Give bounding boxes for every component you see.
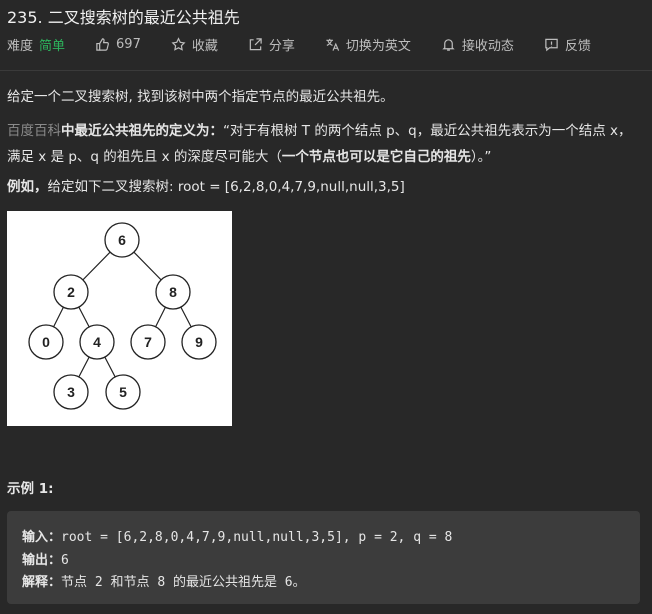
tree-node-label: 5 bbox=[119, 384, 127, 400]
translate-icon bbox=[326, 38, 340, 51]
tree-image: 6 2 8 0 4 7 9 3 5 bbox=[7, 211, 232, 426]
explain-label: 解释： bbox=[22, 575, 62, 590]
like-button[interactable]: 697 bbox=[95, 37, 141, 52]
explain-value: 节点 2 和节点 8 的最近公共祖先是 6。 bbox=[61, 575, 306, 590]
share-button[interactable]: 分享 bbox=[248, 35, 295, 54]
description-paragraph-3: 例如，给定如下二叉搜索树: root = [6,2,8,0,4,7,9,null… bbox=[7, 174, 405, 200]
notify-button[interactable]: 接收动态 bbox=[441, 35, 514, 54]
tree-node-label: 3 bbox=[67, 384, 75, 400]
favorite-button[interactable]: 收藏 bbox=[171, 35, 218, 54]
feedback-label: 反馈 bbox=[564, 38, 591, 54]
notify-label: 接收动态 bbox=[461, 38, 514, 54]
tree-node-label: 2 bbox=[67, 284, 75, 300]
example-tree-text: 给定如下二叉搜索树: root = [6,2,8,0,4,7,9,null,nu… bbox=[47, 179, 405, 195]
output-value: 6 bbox=[61, 553, 69, 568]
example-intro: 例如， bbox=[7, 179, 48, 195]
problem-title: 235. 二叉搜索树的最近公共祖先 bbox=[7, 8, 240, 27]
favorite-label: 收藏 bbox=[191, 38, 218, 54]
share-icon bbox=[249, 37, 262, 50]
star-icon bbox=[171, 36, 186, 51]
tree-node-label: 4 bbox=[93, 334, 101, 350]
switch-language-label: 切换为英文 bbox=[345, 38, 411, 54]
definition-intro: 中最近公共祖先的定义为： bbox=[61, 123, 223, 139]
tree-node-label: 8 bbox=[169, 284, 177, 300]
bell-icon bbox=[442, 38, 455, 51]
thumbs-up-icon bbox=[96, 37, 109, 51]
baike-link[interactable]: 百度百科 bbox=[7, 123, 61, 139]
feedback-button[interactable]: 反馈 bbox=[544, 35, 591, 54]
output-label: 输出： bbox=[22, 553, 62, 568]
difficulty-label: 难度 bbox=[7, 38, 34, 54]
feedback-icon bbox=[545, 38, 558, 51]
definition-end: ）。” bbox=[470, 149, 492, 165]
share-label: 分享 bbox=[268, 38, 295, 54]
example-title: 示例 1: bbox=[7, 481, 54, 497]
example-explain-line: 解释：节点 2 和节点 8 的最近公共祖先是 6。 bbox=[22, 571, 306, 590]
description-paragraph-1: 给定一个二叉搜索树, 找到该树中两个指定节点的最近公共祖先。 bbox=[7, 89, 394, 105]
example-code-block: 输入：root = [6,2,8,0,4,7,9,null,null,3,5],… bbox=[7, 511, 640, 604]
input-value: root = [6,2,8,0,4,7,9,null,null,3,5], p … bbox=[61, 530, 453, 545]
definition-emphasis: 一个节点也可以是它自己的祖先 bbox=[281, 149, 471, 165]
example-input-line: 输入：root = [6,2,8,0,4,7,9,null,null,3,5],… bbox=[22, 526, 452, 545]
header-divider bbox=[0, 70, 652, 71]
difficulty-badge: 简单 bbox=[39, 38, 66, 54]
tree-node-label: 7 bbox=[144, 334, 152, 350]
problem-meta-bar: 难度 简单 697 收藏 分享 切换为英文 接收动态 反馈 bbox=[7, 34, 621, 54]
tree-node-label: 9 bbox=[195, 334, 203, 350]
tree-node-label: 0 bbox=[42, 334, 50, 350]
description-paragraph-2: 百度百科中最近公共祖先的定义为：“对于有根树 T 的两个结点 p、q，最近公共祖… bbox=[7, 118, 643, 170]
like-count: 697 bbox=[116, 36, 141, 52]
switch-language-button[interactable]: 切换为英文 bbox=[325, 35, 411, 54]
example-output-line: 输出：6 bbox=[22, 549, 69, 568]
tree-node-label: 6 bbox=[118, 232, 126, 248]
input-label: 输入： bbox=[22, 530, 62, 545]
